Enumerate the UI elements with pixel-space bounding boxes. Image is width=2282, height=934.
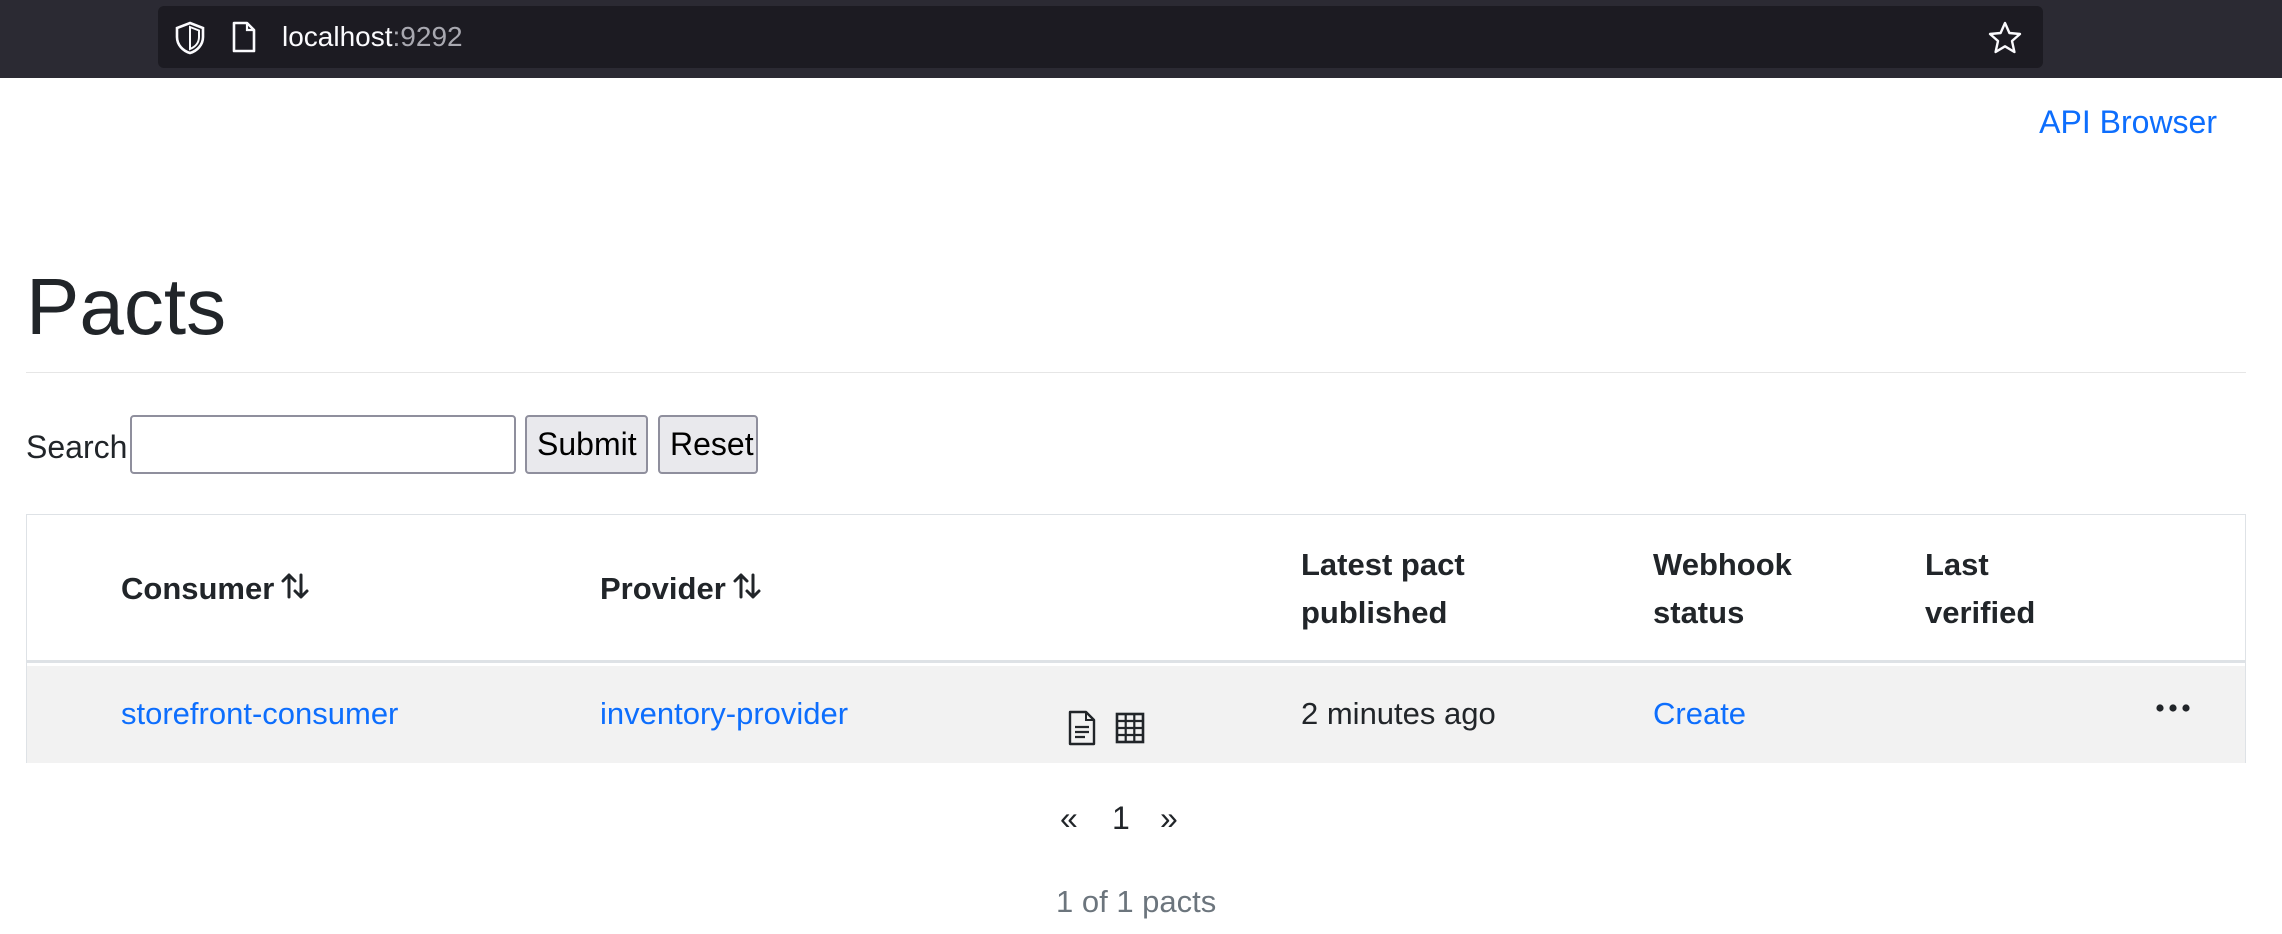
star-icon[interactable] <box>1987 20 2023 56</box>
column-verified-line1: Last <box>1925 547 1989 582</box>
webhook-create-link[interactable]: Create <box>1653 694 1746 734</box>
title-divider <box>26 372 2246 373</box>
api-browser-link[interactable]: API Browser <box>2039 104 2217 141</box>
pacts-table: Consumer Provider Latest pact published … <box>26 514 2246 763</box>
document-icon[interactable] <box>1067 710 1097 746</box>
table-icon[interactable] <box>1115 710 1145 746</box>
column-latest-line1: Latest pact <box>1301 547 1465 582</box>
column-consumer-label: Consumer <box>121 571 275 606</box>
pagination-next[interactable]: » <box>1160 800 1178 837</box>
column-webhook-line2: status <box>1653 595 1745 630</box>
pagination-summary: 1 of 1 pacts <box>1056 884 1217 919</box>
search-input[interactable] <box>130 415 516 474</box>
column-consumer[interactable]: Consumer <box>121 565 310 613</box>
sort-icon[interactable] <box>280 571 310 601</box>
browser-toolbar: localhost:9292 <box>0 0 2282 78</box>
pagination-page-1[interactable]: 1 <box>1112 800 1130 837</box>
url-text[interactable]: localhost:9292 <box>282 22 463 52</box>
reset-button[interactable]: Reset <box>658 415 758 474</box>
column-latest-published: Latest pact published <box>1301 541 1465 637</box>
provider-link[interactable]: inventory-provider <box>600 694 848 734</box>
page-icon <box>232 21 256 53</box>
submit-button[interactable]: Submit <box>525 415 648 474</box>
page-title: Pacts <box>26 262 227 351</box>
address-bar[interactable]: localhost:9292 <box>158 6 2043 68</box>
table-header: Consumer Provider Latest pact published … <box>27 515 2245 663</box>
pagination-prev[interactable]: « <box>1060 800 1078 837</box>
url-port: :9292 <box>392 21 463 52</box>
table-row: storefront-consumer inventory-provider 2… <box>27 666 2245 763</box>
published-time: 2 minutes ago <box>1301 696 1496 731</box>
url-host: localhost <box>282 21 393 52</box>
shield-icon[interactable] <box>174 21 206 55</box>
column-webhook-line1: Webhook <box>1653 547 1792 582</box>
consumer-link[interactable]: storefront-consumer <box>121 694 398 734</box>
column-provider[interactable]: Provider <box>600 565 762 613</box>
search-label: Search <box>26 429 128 465</box>
column-webhook-status: Webhook status <box>1653 541 1792 637</box>
column-latest-line2: published <box>1301 595 1448 630</box>
column-last-verified: Last verified <box>1925 541 2035 637</box>
column-provider-label: Provider <box>600 571 726 606</box>
more-options-icon[interactable] <box>2155 702 2191 714</box>
sort-icon[interactable] <box>732 571 762 601</box>
column-verified-line2: verified <box>1925 595 2036 630</box>
